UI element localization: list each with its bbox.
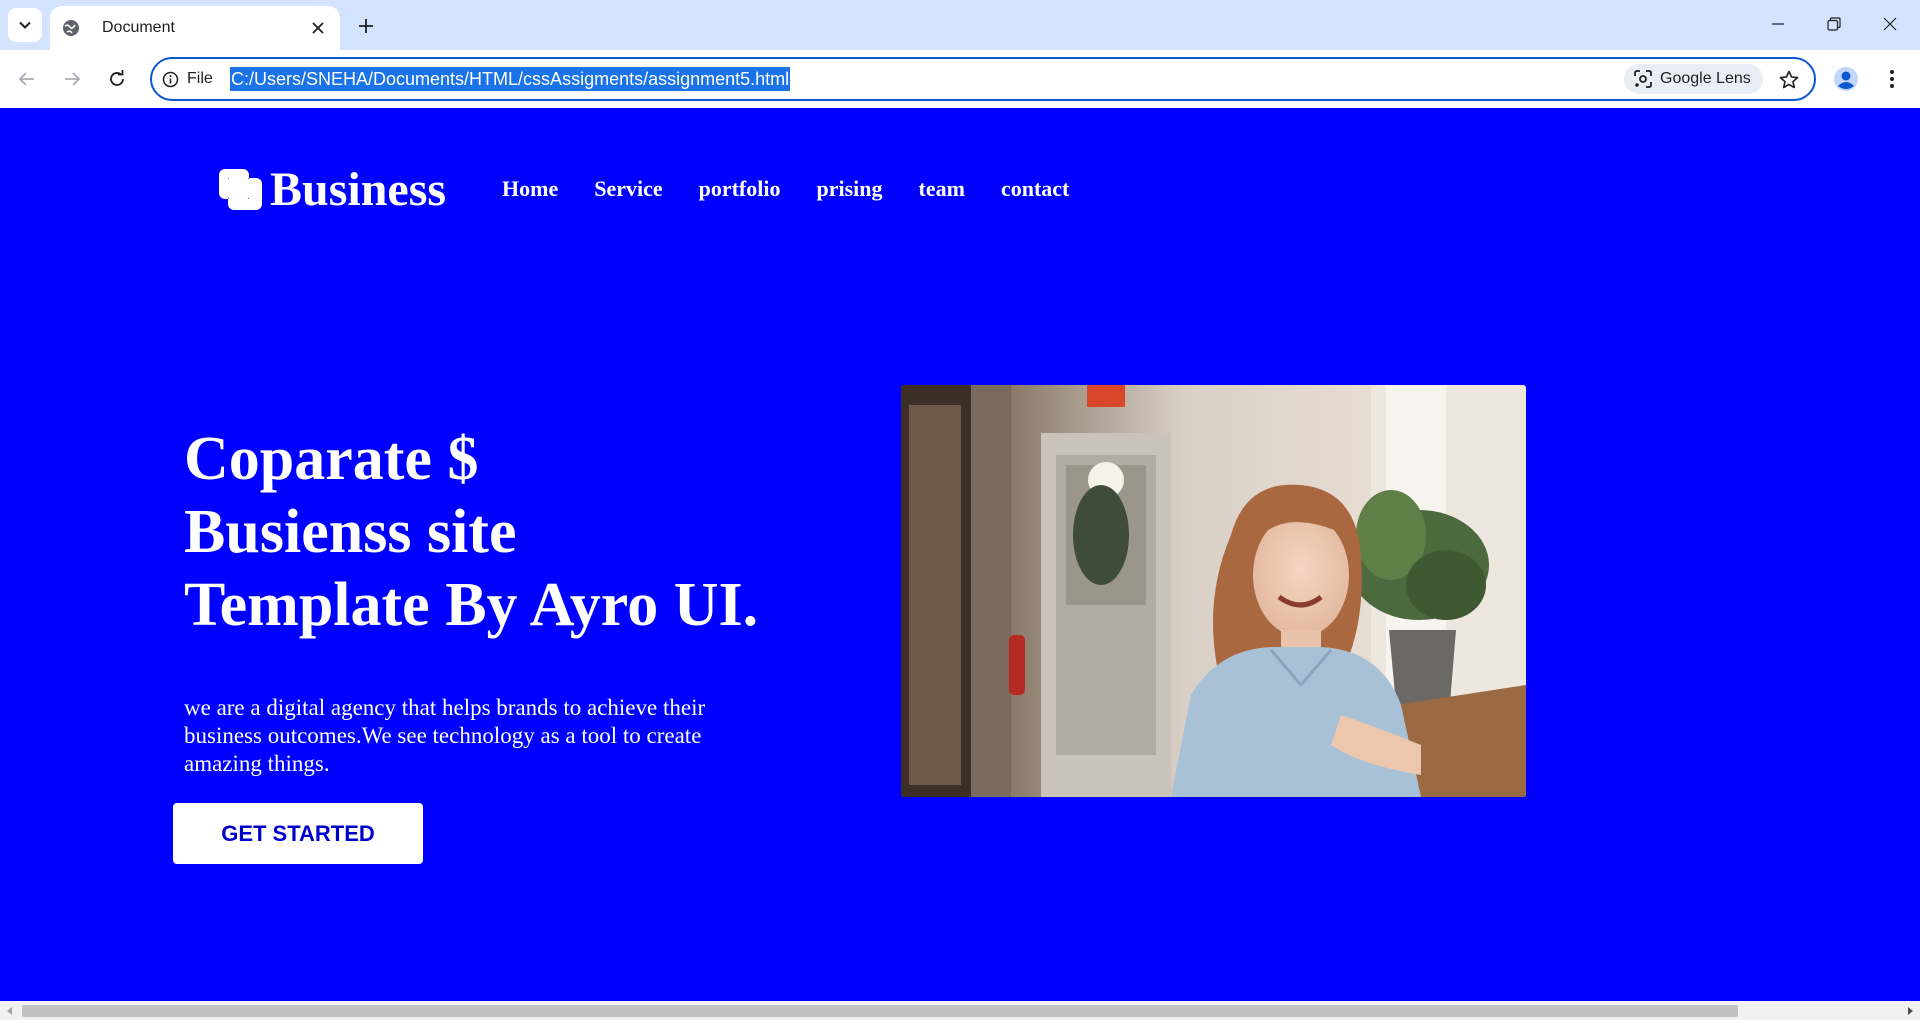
profile-icon bbox=[1834, 67, 1858, 91]
nav-link-service[interactable]: Service bbox=[594, 178, 662, 200]
get-started-button[interactable]: GET STARTED bbox=[173, 803, 423, 864]
hero-photo bbox=[901, 385, 1526, 797]
forward-button[interactable] bbox=[52, 59, 92, 99]
page-viewport: Business Home Service portfolio prising … bbox=[0, 108, 1920, 1001]
reload-button[interactable] bbox=[97, 59, 137, 99]
horizontal-scrollbar[interactable] bbox=[0, 1001, 1920, 1020]
bookmark-button[interactable] bbox=[1774, 65, 1804, 95]
nav-link-portfolio[interactable]: portfolio bbox=[699, 178, 781, 200]
globe-icon bbox=[62, 19, 80, 37]
nav-link-home[interactable]: Home bbox=[502, 178, 558, 200]
minimize-icon bbox=[1772, 23, 1784, 25]
hero-title-line: Template By Ayro UI. bbox=[184, 571, 759, 639]
scroll-right-icon[interactable] bbox=[1904, 1005, 1916, 1017]
kebab-menu-icon bbox=[1890, 70, 1894, 88]
nav-link-prising[interactable]: prising bbox=[817, 178, 883, 200]
site-info-label: File bbox=[187, 70, 213, 87]
restore-button[interactable] bbox=[1806, 0, 1862, 48]
site-info-chip[interactable]: File bbox=[162, 67, 213, 91]
close-icon bbox=[1883, 17, 1897, 31]
site-logo[interactable]: Business bbox=[218, 166, 446, 214]
info-icon bbox=[162, 71, 179, 87]
browser-toolbar: File C:/Users/SNEHA/Documents/HTML/cssAs… bbox=[0, 50, 1920, 108]
tab-search-button[interactable] bbox=[8, 8, 42, 42]
close-window-button[interactable] bbox=[1862, 0, 1918, 48]
star-icon bbox=[1779, 70, 1799, 89]
scroll-left-icon[interactable] bbox=[4, 1005, 16, 1017]
arrow-left-icon bbox=[18, 72, 34, 86]
tab-title: Document bbox=[102, 19, 175, 36]
nav-link-team[interactable]: team bbox=[919, 178, 965, 200]
back-button[interactable] bbox=[7, 59, 47, 99]
tab-close-button[interactable] bbox=[308, 18, 328, 38]
arrow-right-icon bbox=[65, 72, 81, 86]
nav-link-contact[interactable]: contact bbox=[1001, 178, 1069, 200]
google-lens-label: Google Lens bbox=[1660, 70, 1751, 87]
hero-title-line: Busienss site bbox=[184, 498, 517, 566]
main-nav: Home Service portfolio prising team cont… bbox=[502, 178, 1105, 200]
minimize-button[interactable] bbox=[1750, 0, 1806, 48]
profile-button[interactable] bbox=[1826, 59, 1866, 99]
restore-icon bbox=[1827, 17, 1841, 31]
hero-title-line: Coparate $ bbox=[184, 425, 479, 493]
plus-icon bbox=[359, 19, 373, 33]
hero-title: Coparate $ Busienss site Template By Ayr… bbox=[184, 423, 824, 642]
hero-description: we are a digital agency that helps brand… bbox=[184, 695, 706, 776]
google-lens-button[interactable]: Google Lens bbox=[1624, 64, 1763, 94]
url-text[interactable]: C:/Users/SNEHA/Documents/HTML/cssAssigme… bbox=[230, 67, 791, 91]
new-tab-button[interactable] bbox=[352, 12, 380, 40]
lens-icon bbox=[1634, 70, 1652, 88]
reload-icon bbox=[110, 70, 124, 86]
address-bar[interactable]: File C:/Users/SNEHA/Documents/HTML/cssAs… bbox=[150, 57, 1816, 101]
browser-tab[interactable]: Document bbox=[50, 6, 340, 50]
scrollbar-thumb[interactable] bbox=[22, 1005, 1738, 1017]
chevron-down-icon bbox=[19, 21, 31, 29]
logo-title: Business bbox=[270, 163, 447, 216]
close-icon bbox=[312, 22, 324, 34]
logo-mark-icon bbox=[218, 168, 264, 212]
browser-tab-strip: Document bbox=[0, 0, 1920, 50]
browser-menu-button[interactable] bbox=[1872, 59, 1912, 99]
